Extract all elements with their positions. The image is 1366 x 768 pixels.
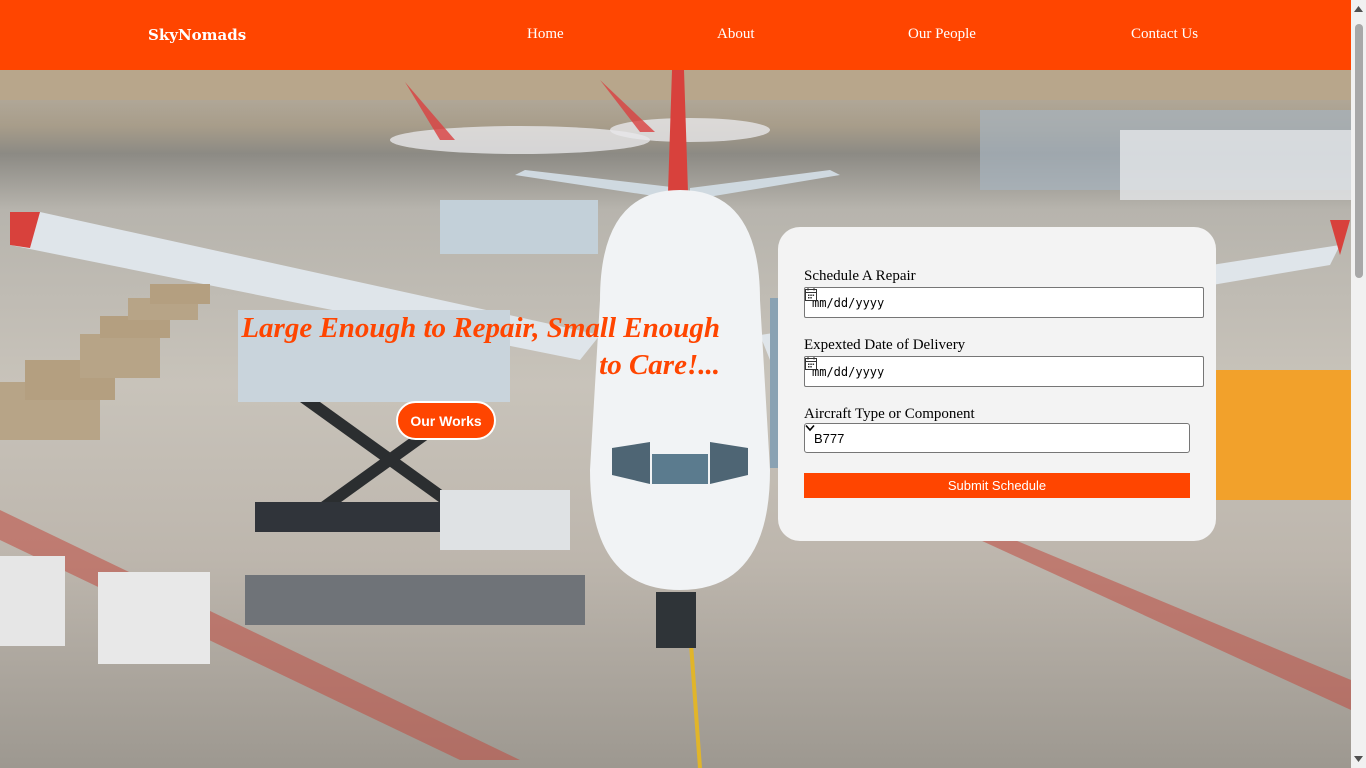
- aircraft-type-label: Aircraft Type or Component: [804, 406, 975, 422]
- repair-date-label: Schedule A Repair: [804, 268, 916, 284]
- delivery-date-label: Expexted Date of Delivery: [804, 337, 966, 353]
- nav-home[interactable]: Home: [527, 26, 564, 43]
- our-works-button[interactable]: Our Works: [396, 401, 496, 440]
- chevron-down-icon: [805, 424, 815, 432]
- top-navbar: SkyNomads Home About Our People Contact …: [0, 0, 1351, 70]
- aircraft-type-select[interactable]: B777: [804, 423, 1190, 453]
- nav-about[interactable]: About: [717, 26, 755, 43]
- delivery-date-value: mm/dd/yyyy: [812, 364, 885, 379]
- hero-heading-line-1: Large Enough to Repair, Small Enough: [241, 312, 720, 344]
- brand-logo[interactable]: SkyNomads: [148, 26, 246, 44]
- calendar-icon[interactable]: [805, 288, 817, 301]
- submit-schedule-button[interactable]: Submit Schedule: [804, 473, 1190, 498]
- hero-heading: Large Enough to Repair, Small Enough to …: [180, 310, 720, 384]
- aircraft-type-value: B777: [814, 430, 845, 446]
- nav-our-people[interactable]: Our People: [908, 26, 976, 43]
- repair-date-input[interactable]: mm/dd/yyyy: [804, 287, 1204, 318]
- calendar-icon[interactable]: [805, 357, 817, 370]
- scrollbar-thumb[interactable]: [1355, 24, 1363, 278]
- repair-date-value: mm/dd/yyyy: [812, 295, 885, 310]
- delivery-date-input[interactable]: mm/dd/yyyy: [804, 356, 1204, 387]
- scroll-down-icon[interactable]: [1354, 756, 1363, 762]
- hero-section: Large Enough to Repair, Small Enough to …: [0, 70, 1351, 768]
- hero-heading-line-2: to Care!...: [599, 349, 720, 381]
- scroll-up-icon[interactable]: [1354, 6, 1363, 12]
- page-scrollbar[interactable]: [1351, 0, 1366, 768]
- nav-contact-us[interactable]: Contact Us: [1131, 26, 1198, 43]
- schedule-repair-form: Schedule A Repair mm/dd/yyyy Expexted Da…: [778, 227, 1216, 541]
